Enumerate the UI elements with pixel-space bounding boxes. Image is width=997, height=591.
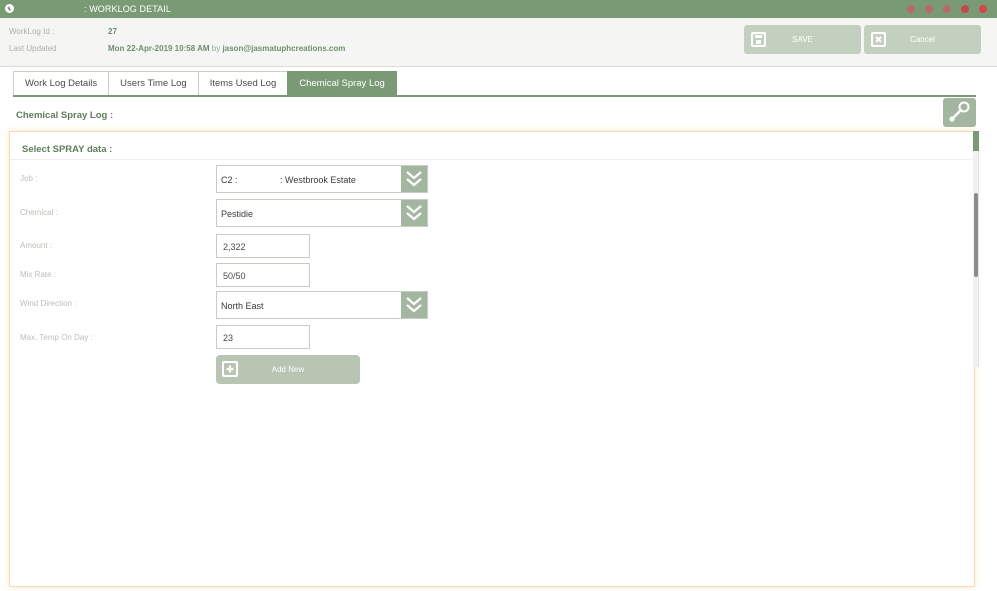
cancel-label: Cancel <box>910 35 935 44</box>
last-updated-label: Last Updated <box>9 44 57 53</box>
scrollbar-thumb[interactable] <box>974 193 978 277</box>
tab-chemical-spray-log[interactable]: Chemical Spray Log <box>287 71 397 96</box>
tab-work-log-details[interactable]: Work Log Details <box>13 71 109 96</box>
worklog-id-value: 27 <box>108 27 117 36</box>
chemical-value: Pestidie <box>221 209 254 219</box>
max-temp-input[interactable]: 23 <box>216 325 310 349</box>
last-updated-value: Mon 22-Apr-2019 10:58 AM <box>108 44 210 53</box>
max-temp-label: Max. Temp On Day : <box>20 333 93 342</box>
wind-direction-select[interactable]: North East <box>216 291 428 319</box>
mix-rate-value: 50/50 <box>223 271 246 281</box>
chevron-double-down-icon <box>406 171 422 187</box>
tab-underline <box>13 95 976 97</box>
panel-title: Select SPRAY data : <box>22 144 113 155</box>
spray-tool-button[interactable] <box>943 98 976 127</box>
app-logo-icon <box>5 4 14 13</box>
window-control-3-icon[interactable] <box>943 5 951 13</box>
save-button[interactable]: SAVE <box>744 25 861 54</box>
worklog-id-label: WorkLog Id : <box>9 27 55 36</box>
chevron-double-down-icon <box>406 297 422 313</box>
scrollbar-top-marker <box>973 131 979 151</box>
cancel-button[interactable]: Cancel <box>864 25 981 54</box>
job-select[interactable]: C2 : : Westbrook Estate <box>216 165 428 193</box>
window-title: : WORKLOG DETAIL <box>84 4 171 14</box>
tab-bar: Work Log Details Users Time Log Items Us… <box>13 71 397 96</box>
by-text: by <box>211 44 221 53</box>
mix-rate-label: Mix Rate : <box>20 270 57 279</box>
max-temp-value: 23 <box>223 333 234 343</box>
amount-value: 2,322 <box>223 242 246 252</box>
chevron-double-down-icon <box>406 205 422 221</box>
spray-icon <box>949 101 970 122</box>
last-updated-line: Mon 22-Apr-2019 10:58 AM by jason@jasmat… <box>108 44 345 53</box>
chemical-dropdown-button[interactable] <box>401 200 427 226</box>
window-control-1-icon[interactable] <box>907 5 915 13</box>
wind-direction-dropdown-button[interactable] <box>401 292 427 318</box>
mix-rate-input[interactable]: 50/50 <box>216 263 310 287</box>
add-new-button[interactable]: Add New <box>216 355 360 384</box>
window-control-5-icon[interactable] <box>979 5 987 13</box>
window-control-4-icon[interactable] <box>961 5 969 13</box>
panel-divider <box>10 159 974 160</box>
tab-users-time-log[interactable]: Users Time Log <box>108 71 198 96</box>
amount-label: Amount : <box>20 241 53 250</box>
updated-by-value: jason@jasmatuphcreations.com <box>222 44 346 53</box>
save-label: SAVE <box>792 35 813 44</box>
chemical-label: Chemical : <box>20 208 58 217</box>
worklog-header: WorkLog Id : 27 Last Updated Mon 22-Apr-… <box>0 18 997 67</box>
add-new-label: Add New <box>271 365 305 374</box>
spray-data-panel: Select SPRAY data : Job : C2 : : Westbro… <box>9 131 975 587</box>
title-bar: : WORKLOG DETAIL <box>0 0 997 18</box>
job-dropdown-button[interactable] <box>401 166 427 192</box>
amount-input[interactable]: 2,322 <box>216 234 310 258</box>
wind-direction-value: North East <box>221 301 264 311</box>
window-control-2-icon[interactable] <box>925 5 933 13</box>
wind-direction-label: Wind Direction : <box>20 299 77 308</box>
section-title: Chemical Spray Log : <box>16 110 114 121</box>
job-value: C2 : : Westbrook Estate <box>221 175 356 185</box>
tab-items-used-log[interactable]: Items Used Log <box>197 71 288 96</box>
chemical-select[interactable]: Pestidie <box>216 199 428 227</box>
job-label: Job : <box>20 174 38 183</box>
